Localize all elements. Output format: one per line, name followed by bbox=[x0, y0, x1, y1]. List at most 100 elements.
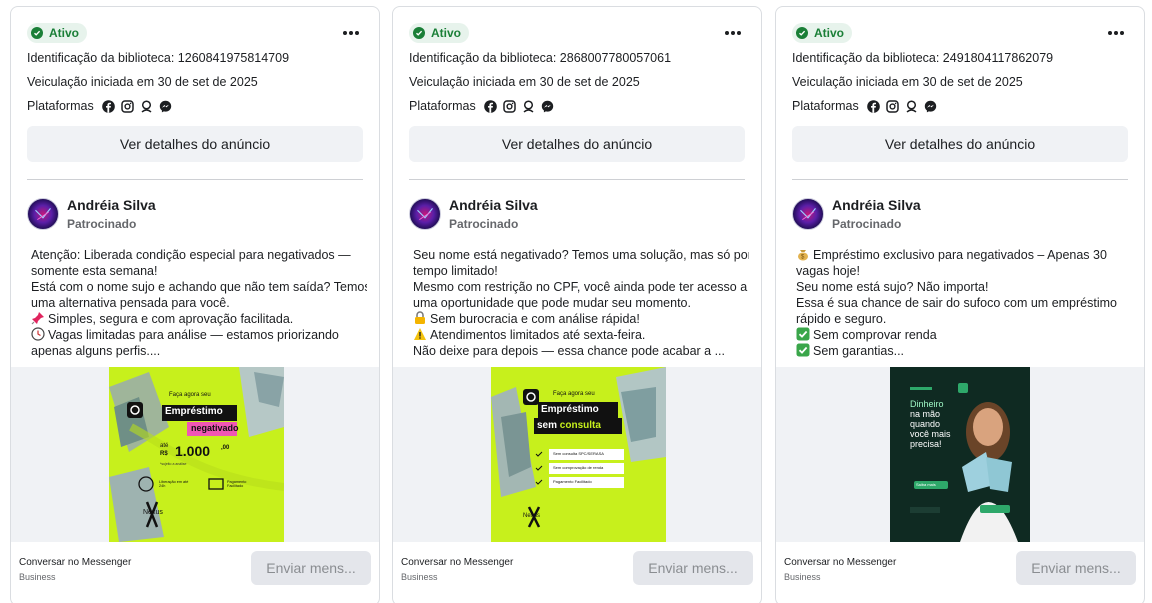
more-options-icon[interactable] bbox=[339, 23, 363, 43]
creative-feature: Pagamento Facilitado bbox=[227, 480, 247, 488]
view-ad-details-button[interactable]: Ver detalhes do anúncio bbox=[27, 126, 363, 162]
body-line: $ Empréstimo exclusivo para negativados –… bbox=[796, 247, 1132, 263]
creative-amount-cents: ,00 bbox=[221, 445, 230, 451]
creative-highlight: consulta bbox=[559, 420, 601, 431]
avatar[interactable] bbox=[409, 198, 441, 230]
status-badge: Ativo bbox=[792, 23, 852, 43]
body-line: uma oportunidade que pode mudar seu mome… bbox=[413, 296, 691, 310]
body-line: apenas alguns perfis.... bbox=[31, 344, 161, 358]
body-line: Seu nome está sujo? Não importa! bbox=[796, 280, 989, 294]
avatar[interactable] bbox=[27, 198, 59, 230]
cta-title: Conversar no Messenger bbox=[784, 557, 897, 568]
ad-creative-image[interactable]: Dinheiro na mão quando você mais precisa… bbox=[890, 367, 1030, 542]
library-id: Identificação da biblioteca: 24918041178… bbox=[792, 51, 1054, 65]
clock-icon bbox=[31, 327, 45, 341]
ad-creative-image[interactable]: Faça agora seu Empréstimo negativado até… bbox=[109, 367, 284, 542]
sponsored-label: Patrocinado bbox=[449, 217, 519, 231]
body-line: Sem comprovar renda bbox=[796, 327, 1132, 343]
send-message-button[interactable]: Enviar mens... bbox=[633, 551, 753, 585]
library-id: Identificação da biblioteca: 12608419758… bbox=[27, 51, 290, 65]
ad-media[interactable]: Faça agora seu Empréstimo sem consulta S… bbox=[393, 367, 761, 542]
creative-headline: Empréstimo bbox=[541, 404, 599, 415]
avatar[interactable] bbox=[792, 198, 824, 230]
view-ad-details-button[interactable]: Ver detalhes do anúncio bbox=[792, 126, 1128, 162]
creative-check-item: Pagamento Facilitado bbox=[553, 479, 592, 484]
body-line: somente esta semana! bbox=[31, 264, 158, 278]
sponsored-label: Patrocinado bbox=[67, 217, 137, 231]
status-label: Ativo bbox=[431, 26, 461, 40]
ad-creative-image[interactable]: Faça agora seu Empréstimo sem consulta S… bbox=[491, 367, 666, 542]
audience-network-icon bbox=[905, 99, 918, 113]
divider bbox=[792, 179, 1128, 180]
instagram-icon bbox=[120, 99, 134, 113]
start-date: Veiculação iniciada em 30 de set de 2025 bbox=[409, 75, 640, 89]
audience-network-icon bbox=[140, 99, 153, 113]
ad-card: Ativo Identificação da biblioteca: 28680… bbox=[392, 6, 762, 603]
check-circle-icon bbox=[796, 27, 808, 39]
messenger-icon bbox=[159, 100, 172, 113]
view-ad-details-button[interactable]: Ver detalhes do anúncio bbox=[409, 126, 745, 162]
body-line: Não deixe para depois — essa chance pode… bbox=[413, 344, 726, 358]
warning-icon bbox=[413, 327, 427, 341]
creative-feature: Liberação em até 24h bbox=[159, 480, 189, 488]
body-line: Mesmo com restrição no CPF, você ainda p… bbox=[413, 280, 748, 294]
cta-subtitle: Business bbox=[19, 572, 56, 582]
advertiser-name[interactable]: Andréia Silva bbox=[67, 197, 156, 213]
creative-kicker: Faça agora seu bbox=[553, 391, 595, 397]
creative-check-item: Sem comprovação de renda bbox=[553, 465, 604, 470]
status-badge: Ativo bbox=[409, 23, 469, 43]
body-line: Sem garantias... bbox=[796, 343, 1132, 359]
body-line: Seu nome está negativado? Temos uma solu… bbox=[413, 248, 749, 262]
creative-brand-logo: Nexus bbox=[143, 509, 163, 516]
more-options-icon[interactable] bbox=[721, 23, 745, 43]
body-line: tempo limitado! bbox=[413, 264, 498, 278]
start-date: Veiculação iniciada em 30 de set de 2025 bbox=[27, 75, 258, 89]
creative-currency: R$ bbox=[160, 451, 168, 457]
creative-check-item: Sem consulta SPC/SERASA bbox=[553, 451, 604, 456]
check-icon bbox=[796, 343, 810, 357]
body-line: Está com o nome sujo e achando que não t… bbox=[31, 280, 367, 294]
platforms-label: Plataformas bbox=[409, 99, 476, 113]
ad-body-text: Atenção: Liberada condição especial para… bbox=[31, 247, 367, 359]
library-id: Identificação da biblioteca: 28680077800… bbox=[409, 51, 672, 65]
body-line: Simples, segura e com aprovação facilita… bbox=[31, 311, 367, 327]
status-badge: Ativo bbox=[27, 23, 87, 43]
platforms-row: Plataformas bbox=[792, 99, 937, 113]
body-line: Essa é sua chance de sair do sufoco com … bbox=[796, 296, 1117, 310]
body-line: Atenção: Liberada condição especial para… bbox=[31, 248, 351, 262]
cta-title: Conversar no Messenger bbox=[401, 557, 514, 568]
cta-subtitle: Business bbox=[784, 572, 821, 582]
check-circle-icon bbox=[31, 27, 43, 39]
instagram-icon bbox=[885, 99, 899, 113]
creative-amount-prefix: até bbox=[160, 443, 169, 449]
messenger-icon bbox=[541, 100, 554, 113]
advertiser-name[interactable]: Andréia Silva bbox=[449, 197, 538, 213]
platforms-row: Plataformas bbox=[27, 99, 172, 113]
send-message-button[interactable]: Enviar mens... bbox=[251, 551, 371, 585]
ad-card: Ativo Identificação da biblioteca: 24918… bbox=[775, 6, 1145, 603]
send-message-button[interactable]: Enviar mens... bbox=[1016, 551, 1136, 585]
audience-network-icon bbox=[522, 99, 535, 113]
creative-note: *sujeito a análise bbox=[160, 462, 187, 466]
creative-headline: Dinheiro na mão quando você mais precisa… bbox=[910, 399, 951, 449]
creative-highlight-prefix: sem bbox=[537, 420, 558, 431]
platforms-label: Plataformas bbox=[792, 99, 859, 113]
status-label: Ativo bbox=[49, 26, 79, 40]
messenger-icon bbox=[924, 100, 937, 113]
body-line: vagas hoje! bbox=[796, 264, 860, 278]
more-options-icon[interactable] bbox=[1104, 23, 1128, 43]
facebook-icon bbox=[483, 99, 497, 113]
platforms-row: Plataformas bbox=[409, 99, 554, 113]
creative-kicker: Faça agora seu bbox=[169, 392, 211, 398]
facebook-icon bbox=[101, 99, 115, 113]
facebook-icon bbox=[866, 99, 880, 113]
pushpin-icon bbox=[31, 311, 45, 325]
advertiser-name[interactable]: Andréia Silva bbox=[832, 197, 921, 213]
ad-media[interactable]: Faça agora seu Empréstimo negativado até… bbox=[11, 367, 379, 542]
body-line: rápido e seguro. bbox=[796, 312, 887, 326]
body-line: Vagas limitadas para análise — estamos p… bbox=[31, 327, 367, 343]
cta-subtitle: Business bbox=[401, 572, 438, 582]
ad-media[interactable]: Dinheiro na mão quando você mais precisa… bbox=[776, 367, 1144, 542]
check-icon bbox=[796, 327, 810, 341]
creative-cta: Saiba mais bbox=[916, 482, 936, 487]
